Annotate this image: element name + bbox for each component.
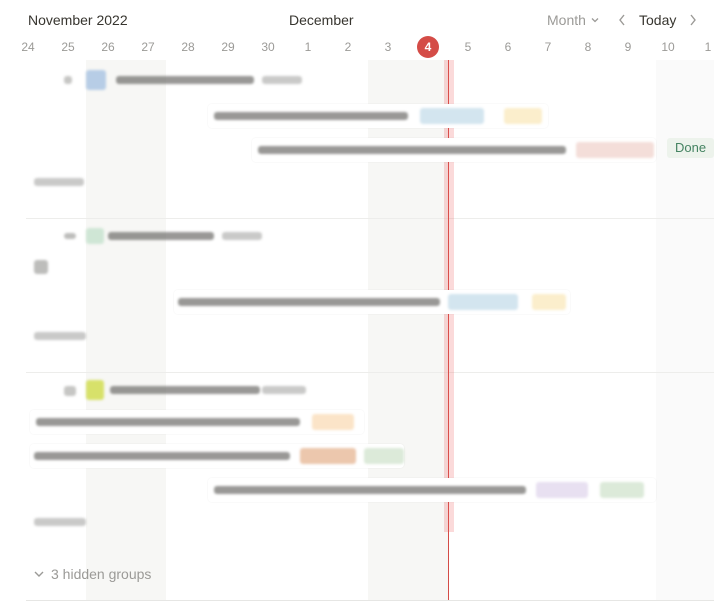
group-icon (86, 70, 106, 90)
item-tag (600, 482, 644, 498)
item-title (214, 486, 526, 494)
day-label: 10 (661, 40, 675, 54)
group-divider (26, 218, 714, 219)
day-label: 28 (181, 40, 195, 54)
chevron-down-icon (591, 18, 599, 23)
chevron-right-icon (690, 14, 696, 26)
timeline-item[interactable] (174, 290, 570, 314)
day-label: 6 (504, 40, 512, 54)
timeline-grid (26, 60, 714, 600)
group-toggle-icon[interactable] (64, 386, 76, 396)
group-title[interactable] (110, 386, 260, 394)
day-label: 2 (344, 40, 352, 54)
day-label: 29 (221, 40, 235, 54)
item-tag (312, 414, 354, 430)
timeline-item[interactable] (208, 478, 656, 502)
item-tag (536, 482, 588, 498)
status-tag-done: Done (667, 138, 714, 158)
item-title (258, 146, 566, 154)
item-title (178, 298, 440, 306)
item-title (214, 112, 408, 120)
group-count (222, 232, 262, 240)
item-tag (300, 448, 356, 464)
group-icon (86, 228, 104, 244)
group-toggle-icon[interactable] (64, 233, 76, 239)
item-tag (448, 294, 518, 310)
weekend-column (86, 60, 166, 600)
day-label: 1 (304, 40, 312, 54)
item-note (34, 518, 86, 526)
timeline-item[interactable] (208, 104, 548, 128)
day-label: 24 (21, 40, 35, 54)
group-divider (26, 372, 714, 373)
next-period-button[interactable] (688, 13, 698, 30)
day-label-today: 4 (424, 40, 432, 54)
hidden-groups-toggle[interactable]: 3 hidden groups (33, 566, 151, 582)
view-select-label: Month (547, 12, 586, 28)
chevron-left-icon (619, 14, 625, 26)
timeline-item[interactable] (252, 138, 656, 162)
group-count (262, 386, 306, 394)
item-tag (532, 294, 566, 310)
day-label: 1 (704, 40, 712, 54)
item-tag (364, 448, 404, 464)
month-label-current: December (289, 12, 354, 28)
row-handle[interactable] (34, 260, 48, 274)
hidden-groups-label: 3 hidden groups (51, 566, 152, 582)
day-label: 3 (384, 40, 392, 54)
previous-period-button[interactable] (617, 13, 627, 30)
view-select[interactable]: Month (547, 12, 600, 28)
item-tag (420, 108, 484, 124)
group-title[interactable] (108, 232, 214, 240)
day-label: 26 (101, 40, 115, 54)
timeline-item[interactable] (30, 410, 364, 434)
item-title (36, 418, 300, 426)
chevron-down-icon (34, 571, 44, 577)
group-icon (86, 380, 104, 400)
timeline-item[interactable] (30, 444, 404, 468)
day-header-row: 24 25 26 27 28 29 30 1 2 3 4 5 6 7 8 9 10 1 (0, 38, 714, 56)
today-button[interactable]: Today (639, 12, 676, 28)
day-label: 8 (584, 40, 592, 54)
day-label: 7 (544, 40, 552, 54)
day-label: 30 (261, 40, 275, 54)
group-title[interactable] (116, 76, 254, 84)
day-label: 27 (141, 40, 155, 54)
day-label: 5 (464, 40, 472, 54)
timeline-bottom-border (26, 600, 714, 601)
item-tag (504, 108, 542, 124)
group-toggle-icon[interactable] (64, 76, 72, 84)
month-label-previous: November 2022 (28, 12, 128, 28)
group-count (262, 76, 302, 84)
item-title (34, 452, 290, 460)
item-note (34, 332, 86, 340)
item-tag (576, 142, 654, 158)
day-label: 25 (61, 40, 75, 54)
item-note (34, 178, 84, 186)
day-label: 9 (624, 40, 632, 54)
